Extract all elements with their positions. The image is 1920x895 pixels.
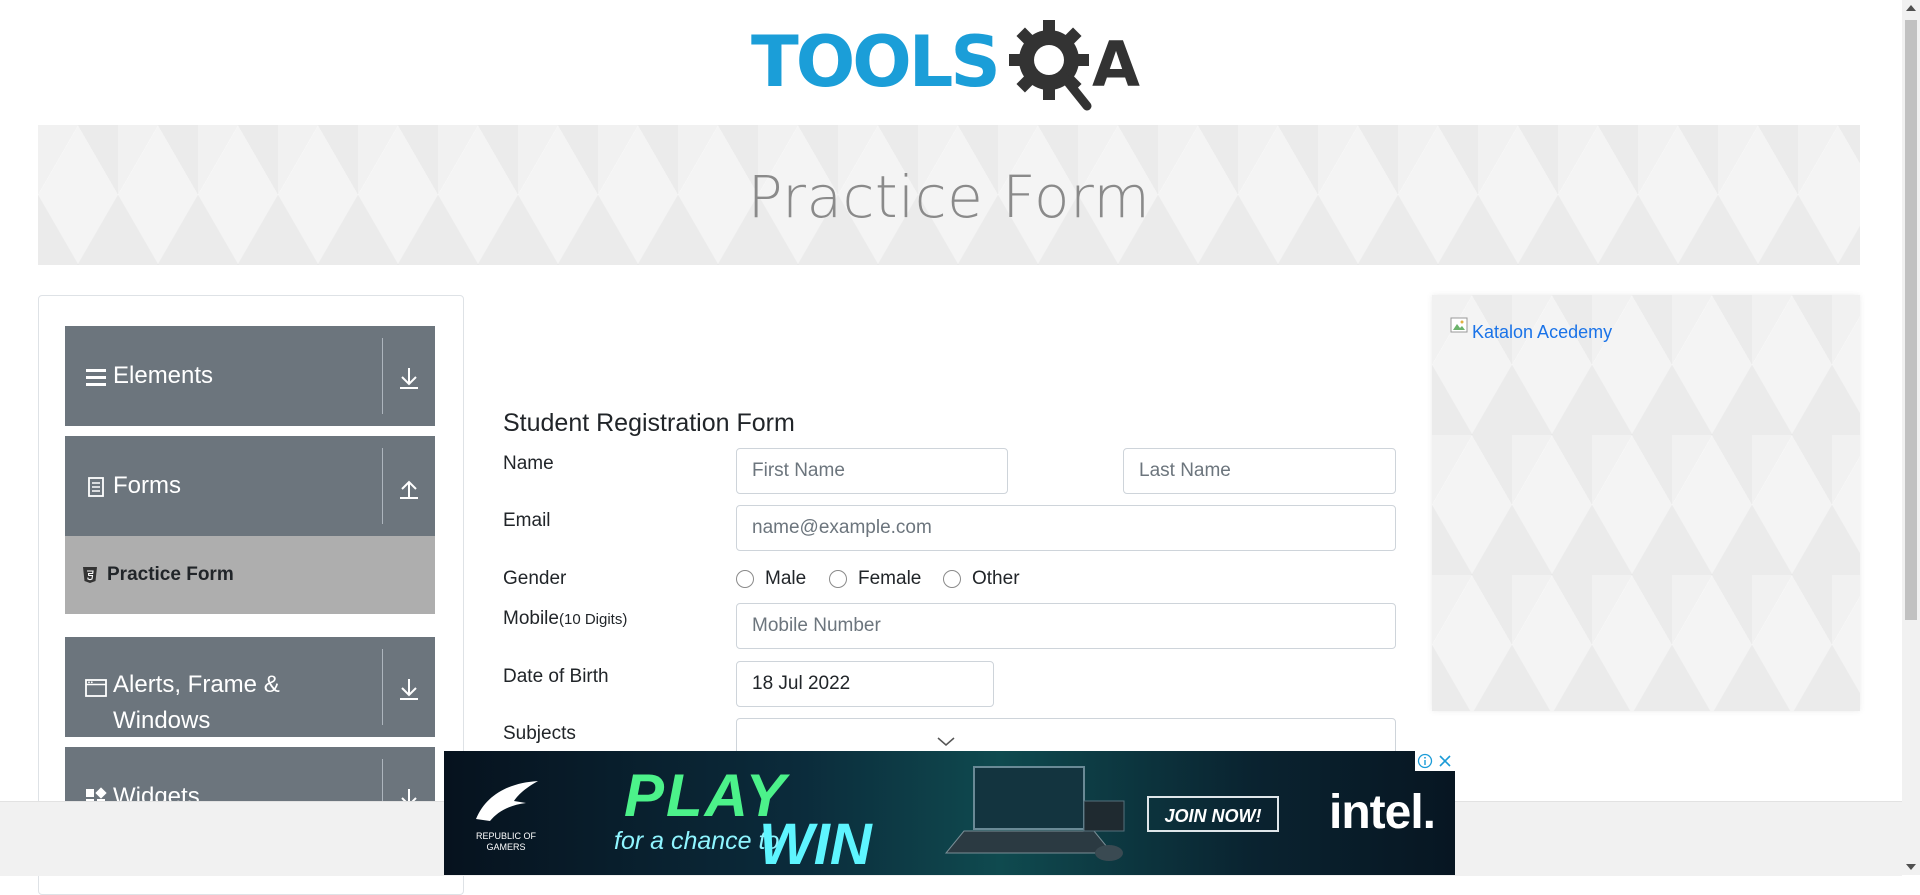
radio-label[interactable]: Male	[765, 568, 806, 590]
rog-logo-icon	[476, 781, 538, 821]
page-scrollbar[interactable]	[1902, 0, 1920, 875]
ad-info-icon[interactable]	[1417, 753, 1433, 769]
expand-down-icon[interactable]	[391, 360, 427, 396]
chevron-down-icon[interactable]	[937, 737, 955, 747]
logo-text-right: A	[1092, 28, 1140, 101]
sidebar-group-label: Elements	[113, 362, 214, 389]
last-name-input[interactable]	[1123, 448, 1396, 494]
form-title: Student Registration Form	[503, 409, 795, 437]
hamburger-icon	[86, 369, 106, 386]
logo-text-left: TOOLS	[751, 21, 998, 103]
page-title: Practice Form	[747, 163, 1151, 231]
subjects-label: Subjects	[503, 723, 576, 744]
gender-label: Gender	[503, 568, 567, 589]
mobile-input[interactable]	[736, 603, 1396, 649]
sidebar-item-practice-form[interactable]: Practice Form	[65, 536, 435, 614]
ad-headline2: WIN	[759, 812, 872, 875]
katalon-ad-link[interactable]: Katalon Acedemy	[1472, 322, 1612, 343]
ad-close-icon[interactable]	[1437, 753, 1453, 769]
sidebar-group-forms[interactable]: Forms	[65, 436, 435, 536]
ad-subline: for a chance to	[614, 827, 780, 855]
radio-circle[interactable]	[736, 570, 754, 588]
document-icon	[88, 477, 104, 497]
dob-label: Date of Birth	[503, 666, 609, 687]
ad-brand-right: intel.	[1329, 786, 1436, 839]
katalon-ad-panel[interactable]: Katalon Acedemy	[1432, 295, 1860, 711]
scroll-up-icon[interactable]	[1902, 0, 1920, 17]
page-banner: Practice Form	[38, 125, 1860, 265]
dob-input[interactable]	[736, 661, 994, 707]
html5-icon	[83, 567, 97, 583]
mobile-hint: (10 Digits)	[558, 611, 628, 628]
mobile-label-text: Mobile	[503, 608, 559, 629]
ad-laptop-image	[944, 766, 1125, 861]
window-icon	[85, 679, 107, 697]
radio-label[interactable]: Other	[972, 568, 1020, 590]
bottom-ad-banner[interactable]: REPUBLIC OF GAMERS PLAY for a chance to …	[444, 751, 1455, 875]
scroll-down-icon[interactable]	[1902, 858, 1920, 875]
expand-down-icon[interactable]	[391, 671, 427, 707]
name-label: Name	[503, 453, 554, 474]
sidebar-group-label: Forms	[113, 472, 181, 499]
sidebar-group-elements[interactable]: Elements	[65, 326, 435, 426]
ad-join-button[interactable]: JOIN NOW!	[1147, 796, 1279, 832]
ad-brand-left: REPUBLIC OF GAMERS	[476, 831, 537, 852]
collapse-up-icon[interactable]	[391, 470, 427, 506]
mobile-label: Mobile(10 Digits)	[503, 608, 627, 630]
email-label: Email	[503, 510, 551, 531]
sidebar-group-alerts[interactable]: Alerts, Frame & Windows	[65, 637, 435, 737]
radio-circle[interactable]	[943, 570, 961, 588]
radio-circle[interactable]	[829, 570, 847, 588]
radio-label[interactable]: Female	[858, 568, 921, 590]
email-input[interactable]	[736, 505, 1396, 551]
ad-controls[interactable]	[1415, 751, 1455, 771]
sidebar-group-label: Alerts, Frame &	[113, 671, 280, 698]
first-name-input[interactable]	[736, 448, 1008, 494]
scrollbar-thumb[interactable]	[1905, 20, 1917, 620]
gear-q-icon	[1009, 20, 1092, 111]
broken-image-icon	[1450, 317, 1468, 333]
sidebar-item-label: Practice Form	[107, 564, 234, 585]
toolsqa-logo[interactable]: TOOLS A	[751, 20, 1153, 112]
sidebar-group-label-line2: Windows	[113, 707, 211, 734]
